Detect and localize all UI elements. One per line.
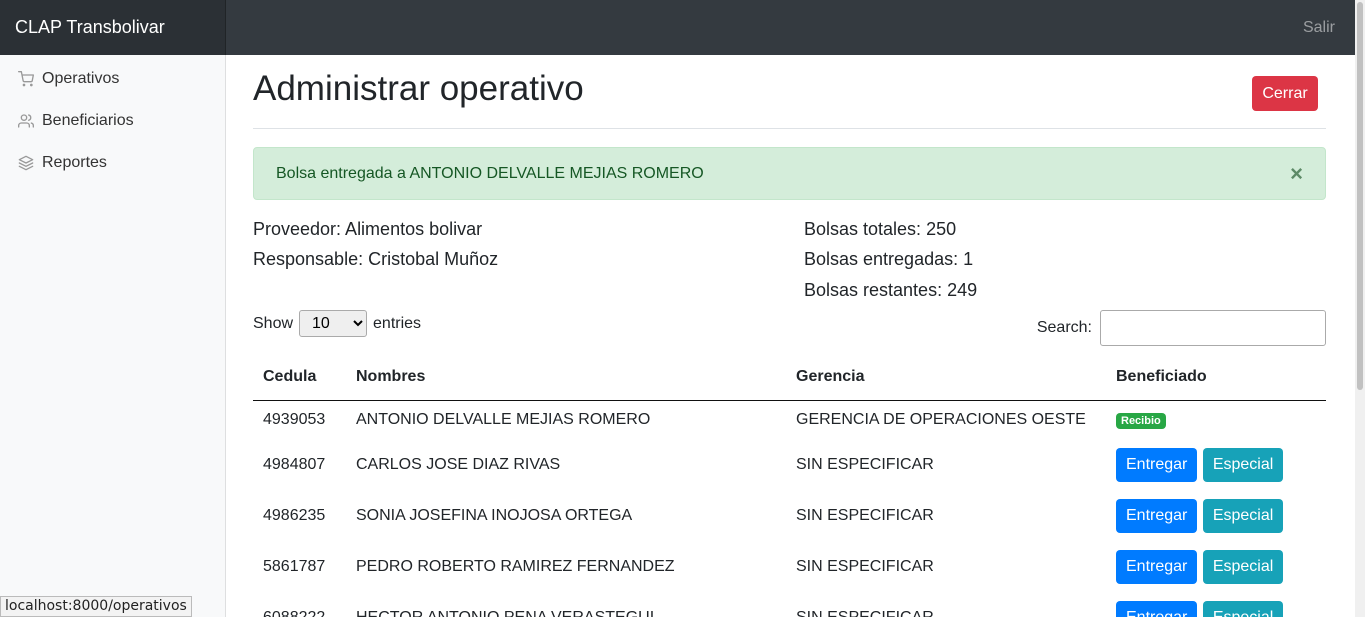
entregar-button[interactable]: Entregar [1116, 600, 1198, 617]
entries-length-control: Show 10 entries [253, 310, 421, 337]
especial-button[interactable]: Especial [1202, 447, 1284, 482]
especial-button[interactable]: Especial [1202, 498, 1284, 533]
table-row: 6088222 HECTOR ANTONIO PENA VERASTEGUI S… [253, 592, 1326, 617]
brand-link[interactable]: CLAP Transbolivar [0, 0, 226, 55]
layers-icon [18, 155, 34, 171]
table-header-row: Cedula Nombres Gerencia Beneficiado [253, 355, 1326, 401]
table-search: Search: [1037, 310, 1326, 346]
entregar-button[interactable]: Entregar [1116, 549, 1198, 584]
table-row: 4984807 CARLOS JOSE DIAZ RIVAS SIN ESPEC… [253, 439, 1326, 490]
cell-cedula: 4986235 [263, 506, 326, 524]
cell-cedula: 4939053 [263, 410, 326, 428]
cart-icon [18, 71, 34, 87]
cell-nombre: SONIA JOSEFINA INOJOSA ORTEGA [356, 506, 633, 524]
bolsas-entregadas-text: Bolsas entregadas: 1 [804, 249, 974, 269]
show-label: Show [253, 314, 294, 332]
beneficiarios-table: Cedula Nombres Gerencia Beneficiado 4939… [253, 355, 1326, 617]
table-row: 5861787 PEDRO ROBERTO RAMIREZ FERNANDEZ … [253, 541, 1326, 592]
success-alert: Bolsa entregada a ANTONIO DELVALLE MEJIA… [253, 147, 1326, 200]
close-icon[interactable]: × [1290, 148, 1303, 199]
signout-link[interactable]: Salir [1303, 0, 1335, 55]
cell-gerencia: SIN ESPECIFICAR [796, 506, 934, 524]
sidebar: Operativos Beneficiarios Reportes [0, 55, 226, 617]
especial-button[interactable]: Especial [1202, 600, 1284, 617]
table-row: 4986235 SONIA JOSEFINA INOJOSA ORTEGA SI… [253, 490, 1326, 541]
col-header-cedula[interactable]: Cedula [253, 355, 346, 401]
cell-nombre: PEDRO ROBERTO RAMIREZ FERNANDEZ [356, 557, 675, 575]
scrollbar-thumb[interactable] [1357, 2, 1363, 390]
status-bar-url: localhost:8000/operativos [0, 596, 192, 617]
sidebar-item-operativos[interactable]: Operativos [0, 58, 226, 100]
cell-gerencia: SIN ESPECIFICAR [796, 455, 934, 473]
cell-gerencia: SIN ESPECIFICAR [796, 557, 934, 575]
sidebar-item-beneficiarios[interactable]: Beneficiarios [0, 100, 226, 142]
bolsas-restantes-text: Bolsas restantes: 249 [804, 280, 978, 300]
cell-nombre: CARLOS JOSE DIAZ RIVAS [356, 455, 561, 473]
bolsas-totales-text: Bolsas totales: 250 [804, 219, 957, 239]
users-icon [18, 114, 34, 128]
entries-select[interactable]: 10 [299, 310, 368, 337]
col-header-gerencia[interactable]: Gerencia [786, 355, 1106, 401]
sidebar-item-label: Operativos [42, 70, 120, 87]
cerrar-button[interactable]: Cerrar [1252, 76, 1318, 111]
title-divider [253, 128, 1326, 129]
entregar-button[interactable]: Entregar [1116, 447, 1198, 482]
search-label: Search: [1036, 319, 1092, 336]
responsable-text: Responsable: Cristobal Muñoz [253, 249, 499, 269]
col-header-nombres[interactable]: Nombres [346, 355, 786, 401]
cell-gerencia: SIN ESPECIFICAR [796, 608, 934, 617]
cell-gerencia: GERENCIA DE OPERACIONES OESTE [796, 410, 1086, 428]
proveedor-text: Proveedor: Alimentos bolivar [253, 219, 483, 239]
cell-beneficiado: Entregar Especial [1106, 439, 1326, 490]
cell-cedula: 5861787 [263, 557, 326, 575]
alert-message: Bolsa entregada a ANTONIO DELVALLE MEJIA… [276, 165, 704, 182]
col-header-beneficiado[interactable]: Beneficiado [1106, 355, 1326, 401]
sidebar-item-label: Reportes [42, 154, 107, 171]
cell-beneficiado: Entregar Especial [1106, 541, 1326, 592]
cell-nombre: HECTOR ANTONIO PENA VERASTEGUI [356, 608, 655, 617]
cell-beneficiado: Entregar Especial [1106, 490, 1326, 541]
cell-cedula: 6088222 [263, 608, 326, 617]
entries-label: entries [373, 314, 422, 332]
top-navbar: CLAP Transbolivar Salir [0, 0, 1355, 55]
cell-nombre: ANTONIO DELVALLE MEJIAS ROMERO [356, 410, 651, 428]
cell-beneficiado: Recibio [1106, 400, 1326, 439]
especial-button[interactable]: Especial [1202, 549, 1284, 584]
search-input[interactable] [1100, 310, 1326, 346]
cell-beneficiado: Entregar Especial [1106, 592, 1326, 617]
table-row: 4939053 ANTONIO DELVALLE MEJIAS ROMERO G… [253, 400, 1326, 439]
sidebar-item-reportes[interactable]: Reportes [0, 142, 226, 184]
sidebar-item-label: Beneficiarios [42, 112, 134, 129]
status-badge: Recibio [1116, 412, 1166, 429]
page-scrollbar[interactable] [1355, 0, 1365, 617]
page-title: Administrar operativo [253, 69, 584, 108]
cell-cedula: 4984807 [263, 455, 326, 473]
entregar-button[interactable]: Entregar [1116, 498, 1198, 533]
